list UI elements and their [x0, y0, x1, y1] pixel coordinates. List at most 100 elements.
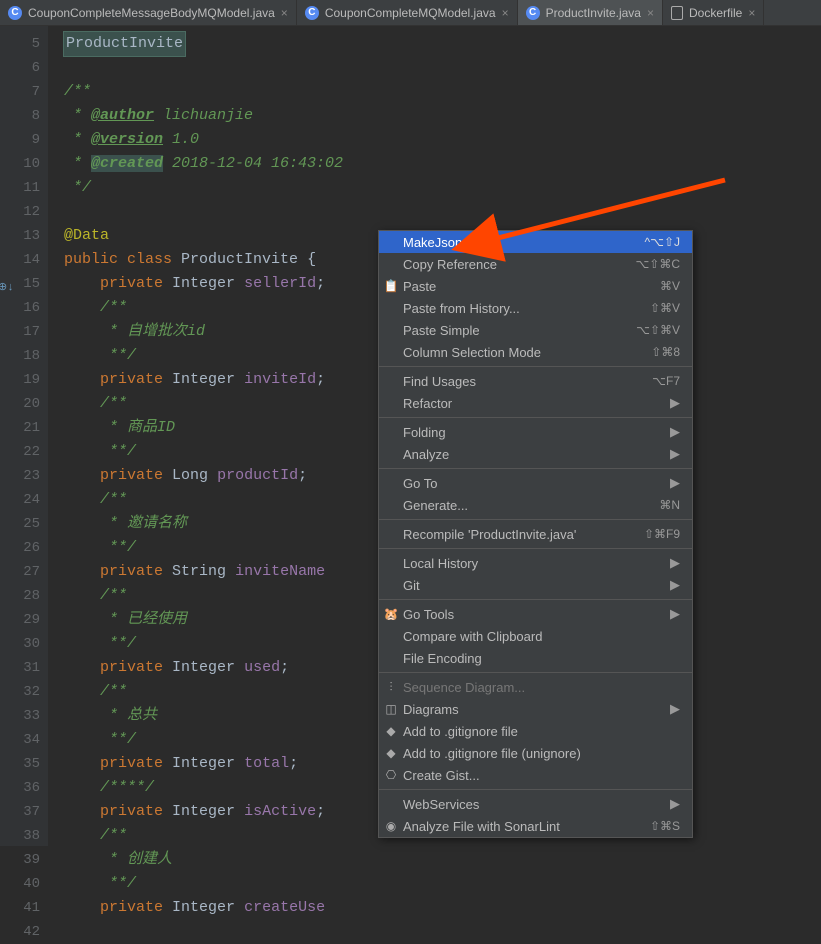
menu-item-diagrams[interactable]: ◫Diagrams▶ [379, 698, 692, 720]
submenu-arrow-icon: ▶ [670, 577, 680, 593]
menu-item-recompile-productinvite-java-[interactable]: Recompile 'ProductInvite.java'⇧⌘F9 [379, 523, 692, 545]
gutter-line: 17 [0, 320, 40, 344]
menu-item-generate-[interactable]: Generate...⌘N [379, 494, 692, 516]
menu-item-label: Analyze [403, 447, 670, 462]
menu-separator [379, 366, 692, 367]
close-icon[interactable]: × [647, 6, 654, 20]
menu-item-makejson[interactable]: MakeJson^⌥⇧J [379, 231, 692, 253]
code-line[interactable] [48, 200, 821, 224]
menu-item-label: Go Tools [403, 607, 670, 622]
menu-item-column-selection-mode[interactable]: Column Selection Mode⇧⌘8 [379, 341, 692, 363]
menu-item-webservices[interactable]: WebServices▶ [379, 793, 692, 815]
menu-item-file-encoding[interactable]: File Encoding [379, 647, 692, 669]
gutter-line: 28 [0, 584, 40, 608]
close-icon[interactable]: × [281, 6, 288, 20]
menu-item-go-tools[interactable]: 🐹Go Tools▶ [379, 603, 692, 625]
code-line[interactable]: * 创建人 [48, 848, 821, 872]
gutter-line: 33 [0, 704, 40, 728]
menu-item-label: File Encoding [403, 651, 680, 666]
tab-couponcompletemessagebodymqmodel-java[interactable]: C CouponCompleteMessageBodyMQModel.java × [0, 0, 297, 25]
menu-item-label: Compare with Clipboard [403, 629, 680, 644]
menu-item-git[interactable]: Git▶ [379, 574, 692, 596]
menu-item-compare-with-clipboard[interactable]: Compare with Clipboard [379, 625, 692, 647]
code-line[interactable]: * @version 1.0 [48, 128, 821, 152]
java-class-icon: C [305, 6, 319, 20]
menu-item-refactor[interactable]: Refactor▶ [379, 392, 692, 414]
git-icon: ◆ [383, 723, 399, 739]
code-line[interactable]: * @author lichuanjie [48, 104, 821, 128]
tab-dockerfile[interactable]: Dockerfile× [663, 0, 764, 25]
menu-item-label: Paste [403, 279, 660, 294]
menu-item-create-gist-[interactable]: ⎔ Create Gist... [379, 764, 692, 786]
tab-label: CouponCompleteMessageBodyMQModel.java [28, 6, 275, 20]
menu-separator [379, 417, 692, 418]
implements-gutter-icon[interactable]: ⊕↓ [0, 276, 12, 290]
gutter-line: 31 [0, 656, 40, 680]
tab-productinvite-java[interactable]: CProductInvite.java× [518, 0, 663, 25]
code-line[interactable]: ProductInvite [48, 32, 821, 56]
gutter-line: 18 [0, 344, 40, 368]
menu-item-label: Analyze File with SonarLint [403, 819, 650, 834]
gutter-line: 5 [0, 32, 40, 56]
file-icon [671, 6, 683, 20]
menu-item-copy-reference[interactable]: Copy Reference⌥⇧⌘C [379, 253, 692, 275]
code-line[interactable]: */ [48, 176, 821, 200]
tab-couponcompletemqmodel-java[interactable]: C CouponCompleteMQModel.java × [297, 0, 518, 25]
menu-item-label: WebServices [403, 797, 670, 812]
menu-item-analyze[interactable]: Analyze▶ [379, 443, 692, 465]
code-line[interactable]: private Integer createUse [48, 896, 821, 920]
paste-icon: 📋 [383, 278, 399, 294]
gutter: 56789101112131415⊕↓161718192021222324252… [0, 26, 48, 846]
menu-item-add-to-gitignore-file[interactable]: ◆ Add to .gitignore file [379, 720, 692, 742]
menu-item-local-history[interactable]: Local History▶ [379, 552, 692, 574]
menu-item-label: Find Usages [403, 374, 652, 389]
context-menu: MakeJson^⌥⇧JCopy Reference⌥⇧⌘C📋Paste⌘VPa… [378, 230, 693, 838]
gutter-line: 9 [0, 128, 40, 152]
gist-icon: ⎔ [383, 767, 399, 783]
gutter-line: 15⊕↓ [0, 272, 40, 296]
gutter-line: 22 [0, 440, 40, 464]
menu-item-go-to[interactable]: Go To▶ [379, 472, 692, 494]
gutter-line: 14 [0, 248, 40, 272]
menu-item-find-usages[interactable]: Find Usages⌥F7 [379, 370, 692, 392]
submenu-arrow-icon: ▶ [670, 475, 680, 491]
menu-item-add-to-gitignore-file-unignore-[interactable]: ◆Add to .gitignore file (unignore) [379, 742, 692, 764]
menu-item-label: Paste from History... [403, 301, 650, 316]
gutter-line: 23 [0, 464, 40, 488]
tab-label: CouponCompleteMQModel.java [325, 6, 496, 20]
git-icon: ◆ [383, 745, 399, 761]
menu-item-label: Create Gist... [403, 768, 680, 783]
sonar-icon: ◉ [383, 818, 399, 834]
close-icon[interactable]: × [748, 6, 755, 20]
menu-item-paste-from-history-[interactable]: Paste from History...⇧⌘V [379, 297, 692, 319]
gutter-line: 8 [0, 104, 40, 128]
menu-item-label: Folding [403, 425, 670, 440]
menu-item-analyze-file-with-sonarlint[interactable]: ◉Analyze File with SonarLint⇧⌘S [379, 815, 692, 837]
code-line[interactable]: * @created 2018-12-04 16:43:02 [48, 152, 821, 176]
menu-item-label: Diagrams [403, 702, 670, 717]
gutter-line: 21 [0, 416, 40, 440]
menu-item-folding[interactable]: Folding▶ [379, 421, 692, 443]
menu-item-paste[interactable]: 📋Paste⌘V [379, 275, 692, 297]
menu-item-label: Add to .gitignore file [403, 724, 680, 739]
gutter-line: 36 [0, 776, 40, 800]
close-icon[interactable]: × [502, 6, 509, 20]
java-class-icon: C [8, 6, 22, 20]
gutter-line: 35 [0, 752, 40, 776]
menu-separator [379, 789, 692, 790]
gutter-line: 27 [0, 560, 40, 584]
menu-shortcut: ⇧⌘V [650, 301, 680, 315]
submenu-arrow-icon: ▶ [670, 555, 680, 571]
menu-item-paste-simple[interactable]: Paste Simple⌥⇧⌘V [379, 319, 692, 341]
submenu-arrow-icon: ▶ [670, 446, 680, 462]
gutter-line: 13 [0, 224, 40, 248]
code-line[interactable]: /** [48, 80, 821, 104]
menu-item-label: Copy Reference [403, 257, 635, 272]
menu-shortcut: ⇧⌘F9 [644, 527, 680, 541]
code-line[interactable] [48, 56, 821, 80]
seq-icon: ⫶ [383, 679, 399, 695]
gutter-line: 19 [0, 368, 40, 392]
code-line[interactable]: **/ [48, 872, 821, 896]
gutter-line: 34 [0, 728, 40, 752]
gutter-line: 40 [0, 872, 40, 896]
